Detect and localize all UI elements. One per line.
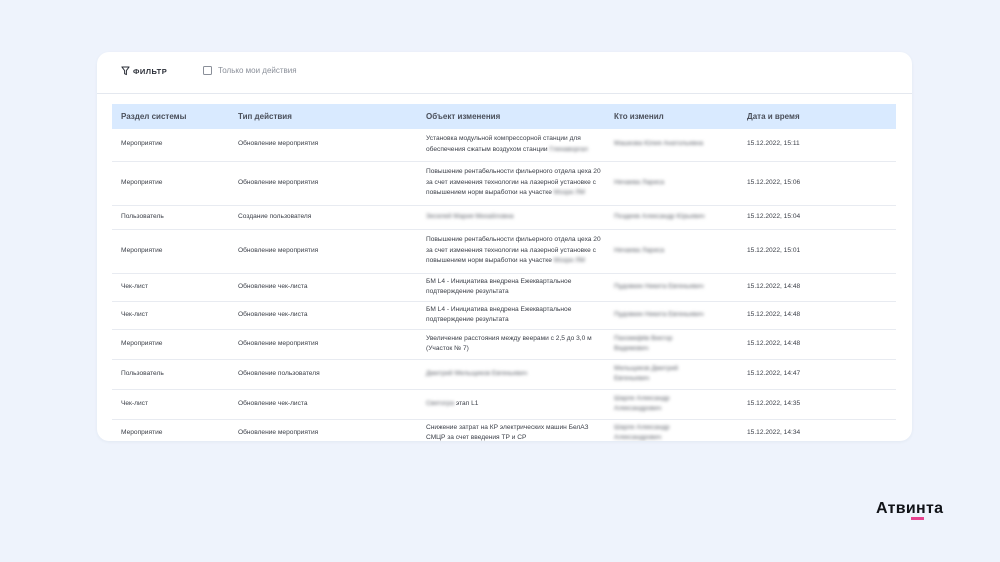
cell-object: Светогра этап L1 [417, 389, 605, 420]
cell-who: Пудовкин Никита Евгеньевич [605, 301, 738, 330]
filter-icon [121, 66, 130, 76]
cell-date: 15.12.2022, 15:11 [738, 129, 896, 162]
cell-date: 15.12.2022, 14:48 [738, 273, 896, 302]
column-header-section[interactable]: Раздел системы [112, 104, 229, 129]
cell-object: Установка модульной компрессорной станци… [417, 129, 605, 162]
blurred-object-name: Дмитрий Мельщиков Евгеньевич [426, 370, 528, 378]
cell-section: Чек-лист [112, 301, 229, 330]
cell-who: Шарле Александр Александрович [605, 389, 738, 420]
table-row[interactable]: Мероприятие Обновление мероприятия Повышен… [112, 161, 896, 206]
blurred-object-name: Светогра [426, 400, 454, 408]
cell-date: 15.12.2022, 14:34 [738, 419, 896, 441]
blurred-user-name: Пудовкин Никита Евгеньевич [614, 310, 704, 318]
cell-object: БМ L4 - Инициатива внедрена Ежеквартальн… [417, 301, 605, 330]
cell-who: Нечаева Лариса [605, 161, 738, 206]
column-header-action[interactable]: Тип действия [229, 104, 417, 129]
cell-date: 15.12.2022, 15:06 [738, 161, 896, 206]
mine-only-label: Только мои действия [218, 66, 297, 75]
audit-log-card: ФИЛЬТР Только мои действия Раздел систем… [97, 52, 912, 441]
blurred-user-name: Поздеев Александр Юрьевич [614, 212, 705, 220]
filter-label: ФИЛЬТР [133, 66, 168, 76]
cell-action: Обновление мероприятия [229, 419, 417, 441]
filter-button[interactable]: ФИЛЬТР [121, 66, 167, 76]
blurred-user-name: Мельщиков Дмитрий [614, 364, 679, 372]
cell-who: Поздеев Александр Юрьевич [605, 205, 738, 230]
blurred-user-name-line2: Александрович [614, 434, 662, 441]
cell-date: 15.12.2022, 14:48 [738, 301, 896, 330]
blurred-user-name: Шарле Александр [614, 423, 670, 431]
table-row[interactable]: Чек-лист Обновление чек-листа Светогра эта… [112, 389, 896, 420]
cell-action: Обновление чек-листа [229, 389, 417, 420]
blurred-user-name: Машкова Юлия Анатольевна [614, 140, 704, 148]
table-header-row: Раздел системы Тип действия Объект измен… [112, 104, 896, 129]
cell-object: Повышение рентабельности фильерного отде… [417, 229, 605, 274]
column-header-date[interactable]: Дата и время [738, 104, 896, 129]
cell-date: 15.12.2022, 15:04 [738, 205, 896, 230]
blurred-user-name: Пахомкфёв Виктор [614, 334, 673, 342]
blurred-object-name: Зеселей Мария Михайловна [426, 212, 514, 220]
changes-table: Раздел системы Тип действия Объект измен… [112, 104, 896, 441]
cell-action: Обновление мероприятия [229, 229, 417, 274]
cell-who: Машкова Юлия Анатольевна [605, 129, 738, 162]
cell-who: Пудовкин Никита Евгеньевич [605, 273, 738, 302]
cell-section: Мероприятие [112, 419, 229, 441]
cell-who: Мельщиков Дмитрий Евгеньевич [605, 359, 738, 390]
table-row[interactable]: Мероприятие Обновление мероприятия Увеличе… [112, 329, 896, 360]
logo-accent-underline [911, 517, 924, 520]
cell-action: Создание пользователя [229, 205, 417, 230]
cell-section: Мероприятие [112, 329, 229, 360]
atvinta-logo: Атвинта [876, 500, 944, 517]
cell-section: Пользователь [112, 205, 229, 230]
table-row[interactable]: Мероприятие Обновление мероприятия Повышен… [112, 229, 896, 274]
blurred-object-name: Мозри ЛМ [553, 257, 585, 265]
cell-section: Пользователь [112, 359, 229, 390]
cell-date: 15.12.2022, 15:01 [738, 229, 896, 274]
cell-object: БМ L4 - Инициатива внедрена Ежеквартальн… [417, 273, 605, 302]
blurred-user-name: Нечаева Лариса [614, 246, 665, 254]
column-header-object[interactable]: Объект изменения [417, 104, 605, 129]
cell-action: Обновление чек-листа [229, 301, 417, 330]
cell-section: Чек-лист [112, 389, 229, 420]
table-row[interactable]: Чек-лист Обновление чек-листа БМ L4 - Иниц… [112, 301, 896, 330]
cell-who: Пахомкфёв Виктор Вадимович [605, 329, 738, 360]
cell-action: Обновление мероприятия [229, 161, 417, 206]
cell-section: Чек-лист [112, 273, 229, 302]
cell-date: 15.12.2022, 14:35 [738, 389, 896, 420]
blurred-user-name-line2: Вадимович [614, 345, 649, 353]
cell-section: Мероприятие [112, 229, 229, 274]
mine-only-checkbox[interactable] [203, 66, 212, 75]
cell-object: Снижение затрат на КР электрических маши… [417, 419, 605, 441]
cell-object: Дмитрий Мельщиков Евгеньевич [417, 359, 605, 390]
cell-who: Нечаева Лариса [605, 229, 738, 274]
blurred-object-name: Гленаворгал [549, 145, 589, 153]
cell-action: Обновление мероприятия [229, 329, 417, 360]
table-row[interactable]: Мероприятие Обновление мероприятия Снижени… [112, 419, 896, 441]
table-row[interactable]: Чек-лист Обновление чек-листа БМ L4 - Иниц… [112, 273, 896, 302]
blurred-user-name-line2: Евгеньевич [614, 375, 650, 383]
cell-object: Увеличение расстояния между веерами с 2,… [417, 329, 605, 360]
cell-action: Обновление пользователя [229, 359, 417, 390]
cell-section: Мероприятие [112, 161, 229, 206]
table-row[interactable]: Мероприятие Обновление мероприятия Установ… [112, 129, 896, 162]
blurred-user-name-line2: Александрович [614, 405, 662, 413]
blurred-user-name: Шарле Александр [614, 394, 670, 402]
blurred-user-name: Пудовкин Никита Евгеньевич [614, 282, 704, 290]
cell-object: Повышение рентабельности фильерного отде… [417, 161, 605, 206]
cell-section: Мероприятие [112, 129, 229, 162]
toolbar: ФИЛЬТР Только мои действия [97, 52, 912, 94]
cell-action: Обновление чек-листа [229, 273, 417, 302]
mine-only-toggle[interactable]: Только мои действия [203, 66, 297, 75]
cell-object: Зеселей Мария Михайловна [417, 205, 605, 230]
blurred-object-name: Мозри ЛМ [553, 189, 585, 197]
cell-who: Шарле Александр Александрович [605, 419, 738, 441]
cell-date: 15.12.2022, 14:47 [738, 359, 896, 390]
table-row[interactable]: Пользователь Создание пользователя Зеселей… [112, 205, 896, 230]
column-header-who[interactable]: Кто изменил [605, 104, 738, 129]
cell-action: Обновление мероприятия [229, 129, 417, 162]
table-row[interactable]: Пользователь Обновление пользователя Дмитр… [112, 359, 896, 390]
blurred-user-name: Нечаева Лариса [614, 178, 665, 186]
cell-date: 15.12.2022, 14:48 [738, 329, 896, 360]
